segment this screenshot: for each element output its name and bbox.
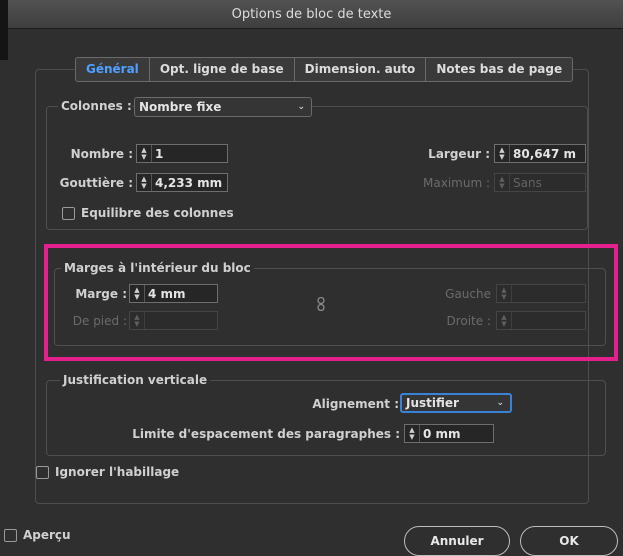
- paragraph-spacing-label: Limite d'espacement des paragraphes :: [132, 427, 400, 441]
- balance-columns-label: Equilibre des colonnes: [81, 206, 234, 220]
- maximum-field: ▲ ▼ Sans: [494, 173, 586, 192]
- stepper-icon[interactable]: ▲ ▼: [137, 145, 152, 162]
- tab-footnotes[interactable]: Notes bas de page: [426, 58, 572, 81]
- stepper-icon[interactable]: ▲ ▼: [405, 425, 420, 442]
- columns-label: Colonnes :: [58, 98, 132, 114]
- checkbox-icon: [62, 206, 75, 220]
- ok-button[interactable]: OK: [520, 526, 618, 556]
- maximum-value: Sans: [513, 175, 542, 190]
- width-field[interactable]: ▲ ▼ 80,647 m: [494, 144, 586, 163]
- maximum-label: Maximum :: [423, 176, 490, 190]
- gutter-value: 4,233 mm: [155, 175, 223, 190]
- alignment-select[interactable]: Justifier ⌄: [400, 393, 512, 413]
- highlight-box: [44, 244, 618, 361]
- checkbox-icon: [4, 528, 17, 542]
- preview-label: Aperçu: [23, 528, 71, 542]
- tab-bar: Général Opt. ligne de base Dimension. au…: [75, 57, 574, 82]
- window-edge: [0, 0, 8, 60]
- number-field[interactable]: ▲ ▼ 1: [136, 144, 228, 163]
- stepper-icon[interactable]: ▲ ▼: [495, 145, 510, 162]
- alignment-value: Justifier: [406, 396, 459, 410]
- columns-mode-select[interactable]: Nombre fixe ⌄: [134, 97, 312, 117]
- cancel-button[interactable]: Annuler: [404, 526, 510, 556]
- balance-columns-checkbox[interactable]: Equilibre des colonnes: [62, 206, 234, 220]
- stepper-icon: ▲ ▼: [495, 174, 510, 191]
- vertical-justification-group: [46, 380, 606, 456]
- preview-checkbox[interactable]: Aperçu: [4, 528, 71, 542]
- window-title: Options de bloc de texte: [231, 6, 392, 22]
- paragraph-spacing-field[interactable]: ▲ ▼ 0 mm: [404, 424, 494, 443]
- alignment-label: Alignement :: [312, 397, 399, 411]
- width-value: 80,647 m: [513, 146, 576, 161]
- gutter-field[interactable]: ▲ ▼ 4,233 mm: [136, 173, 228, 192]
- chevron-down-icon: ⌄: [496, 398, 504, 408]
- tab-general[interactable]: Général: [76, 58, 150, 81]
- checkbox-icon: [36, 465, 49, 479]
- number-value: 1: [155, 146, 164, 161]
- ignore-wrap-label: Ignorer l'habillage: [55, 465, 180, 479]
- title-bar: Options de bloc de texte: [0, 0, 623, 29]
- tab-auto-size[interactable]: Dimension. auto: [295, 58, 427, 81]
- paragraph-spacing-value: 0 mm: [423, 426, 461, 441]
- chevron-down-icon: ⌄: [297, 102, 305, 112]
- tab-baseline-options[interactable]: Opt. ligne de base: [150, 58, 295, 81]
- width-label: Largeur :: [428, 147, 490, 161]
- ignore-wrap-checkbox[interactable]: Ignorer l'habillage: [36, 465, 179, 479]
- vertical-justification-title: Justification verticale: [60, 372, 211, 388]
- number-label: Nombre :: [70, 147, 133, 161]
- stepper-icon[interactable]: ▲ ▼: [137, 174, 152, 191]
- gutter-label: Gouttière :: [59, 176, 133, 190]
- columns-mode-value: Nombre fixe: [139, 100, 222, 114]
